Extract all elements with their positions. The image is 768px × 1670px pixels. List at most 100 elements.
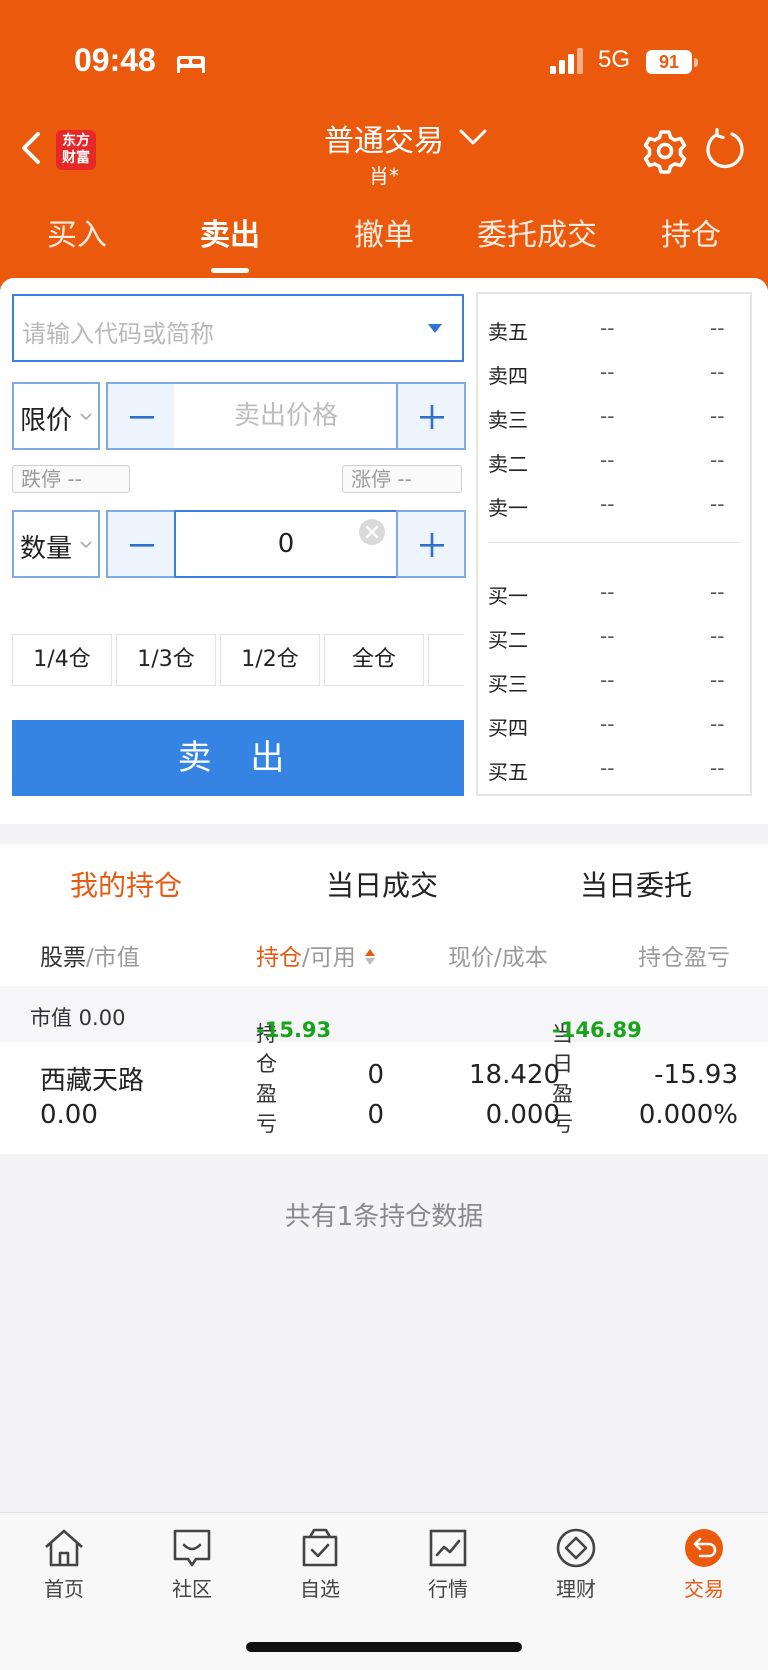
price-decrease-button[interactable] [106, 382, 176, 450]
hold-quantity: 0 [367, 1060, 384, 1090]
bid-row: 买五 -- -- [488, 756, 748, 786]
sell-button[interactable]: 卖 出 [12, 720, 464, 796]
tab-today-orders[interactable]: 当日委托 [580, 864, 692, 904]
bid-price: -- [600, 712, 615, 736]
ask-row: 卖四 -- -- [488, 360, 748, 390]
nav-market[interactable]: 行情 [384, 1513, 512, 1613]
column-holding[interactable]: 持仓/可用 [256, 938, 377, 972]
ask-volume: -- [710, 404, 725, 428]
quantity-type-label: 数量 [20, 534, 73, 564]
nav-market-label: 行情 [428, 1577, 468, 1601]
column-pnl-label: 持仓盈亏 [638, 945, 730, 971]
chat-icon [173, 1529, 211, 1567]
nav-trade-label: 交易 [684, 1577, 724, 1601]
column-cost-label: 成本 [501, 945, 548, 971]
limit-up-label: 涨停 -- [342, 465, 462, 493]
holdings-summary: 市值 0.00 持仓盈亏 -15.93 当日盈亏 -146.89 [0, 986, 768, 1136]
nav-home-label: 首页 [44, 1577, 84, 1601]
nav-trade[interactable]: 交易 [640, 1513, 768, 1613]
holdings-count-note: 共有1条持仓数据 [284, 1202, 484, 1232]
clear-icon[interactable] [358, 518, 386, 546]
position-quarter-button[interactable]: 1/4仓 [12, 634, 112, 686]
column-stock[interactable]: 股票/市值 [40, 938, 140, 972]
summary-day-pnl-value: -146.89 [552, 1018, 642, 1042]
bid-row: 买四 -- -- [488, 712, 748, 742]
limit-down-label: 跌停 -- [12, 465, 130, 493]
quantity-decrease-button[interactable] [106, 510, 176, 578]
position-pnl-percent: 0.000% [638, 1100, 738, 1130]
quantity-type-select[interactable]: 数量 [12, 510, 100, 578]
stock-name: 西藏天路 [40, 1066, 145, 1096]
ask-volume: -- [710, 316, 725, 340]
nav-watchlist[interactable]: 自选 [256, 1513, 384, 1613]
bid-row: 买一 -- -- [488, 580, 748, 610]
bid-row: 买三 -- -- [488, 668, 748, 698]
gear-icon[interactable] [642, 128, 688, 174]
home-indicator [246, 1642, 522, 1652]
ask-row: 卖三 -- -- [488, 404, 748, 434]
nav-watchlist-label: 自选 [300, 1577, 340, 1601]
nav-community[interactable]: 社区 [128, 1513, 256, 1613]
ask-price: -- [600, 448, 615, 472]
column-price[interactable]: 现价/成本 [448, 938, 548, 972]
ask-price: -- [600, 404, 615, 428]
column-market-value-label: 市值 [93, 945, 140, 971]
tab-buy[interactable]: 买入 [0, 210, 154, 254]
price-type-select[interactable]: 限价 [12, 382, 100, 450]
tab-sell[interactable]: 卖出 [153, 210, 307, 254]
ask-label: 卖一 [488, 496, 528, 520]
ask-row: 卖二 -- -- [488, 448, 748, 478]
position-half-button[interactable]: 1/2仓 [220, 634, 320, 686]
bid-price: -- [600, 580, 615, 604]
trade-tabs: 买入 卖出 撤单 委托成交 持仓 [0, 210, 768, 260]
tab-my-positions[interactable]: 我的持仓 [70, 864, 182, 904]
sell-price-input[interactable]: 卖出价格 [174, 382, 398, 450]
refresh-icon[interactable] [704, 128, 746, 170]
nav-home[interactable]: 首页 [0, 1513, 128, 1613]
ask-label: 卖五 [488, 320, 528, 344]
battery-icon: 91 [646, 50, 698, 74]
current-price: 18.420 [469, 1060, 560, 1090]
summary-market-value: 市值 0.00 [30, 1006, 126, 1030]
tab-positions[interactable]: 持仓 [614, 210, 768, 254]
position-more-button[interactable]: 2/ [428, 634, 464, 686]
page-title[interactable]: 普通交易 [324, 116, 444, 160]
signal-icon [550, 48, 583, 74]
position-pnl: -15.93 [654, 1060, 738, 1090]
trade-icon [685, 1529, 723, 1567]
position-full-button[interactable]: 全仓 [324, 634, 424, 686]
nav-wealth-label: 理财 [556, 1577, 596, 1601]
chevron-down-icon[interactable] [456, 120, 490, 154]
diamond-icon [556, 1528, 596, 1568]
position-third-button[interactable]: 1/3仓 [116, 634, 216, 686]
dropdown-arrow-icon[interactable] [428, 324, 442, 333]
battery-level: 91 [646, 50, 692, 74]
bid-price: -- [600, 756, 615, 780]
active-tab-indicator [211, 268, 249, 273]
stock-code-input[interactable]: 请输入代码或简称 [12, 294, 464, 362]
ask-price: -- [600, 316, 615, 340]
bid-label: 买二 [488, 628, 528, 652]
chevron-down-icon [80, 541, 92, 549]
watchlist-icon [302, 1528, 338, 1567]
ask-volume: -- [710, 360, 725, 384]
network-type: 5G [598, 46, 631, 73]
tab-orders[interactable]: 委托成交 [460, 210, 614, 254]
column-stock-label: 股票 [40, 945, 86, 971]
order-book: 卖五 -- -- 卖四 -- -- 卖三 -- -- 卖二 -- -- 卖一 -- -- 买一 -- -… [476, 292, 752, 796]
sort-icon[interactable] [363, 947, 377, 967]
quantity-increase-button[interactable] [396, 510, 466, 578]
column-pnl[interactable]: 持仓盈亏 [638, 938, 738, 972]
nav-community-label: 社区 [172, 1577, 212, 1601]
orderbook-divider [488, 542, 742, 543]
nav-wealth[interactable]: 理财 [512, 1513, 640, 1613]
column-price-label: 现价 [448, 945, 494, 971]
bid-volume: -- [710, 668, 725, 692]
tab-cancel[interactable]: 撤单 [307, 210, 461, 254]
cost-price: 0.000 [485, 1100, 560, 1130]
bid-label: 买四 [488, 716, 528, 740]
status-bar: 09:48 5G 91 [0, 38, 768, 88]
price-increase-button[interactable] [396, 382, 466, 450]
table-row[interactable]: 西藏天路 0.00 0 0 18.420 0.000 -15.93 0.000% [0, 1054, 768, 1144]
tab-today-trades[interactable]: 当日成交 [326, 864, 438, 904]
